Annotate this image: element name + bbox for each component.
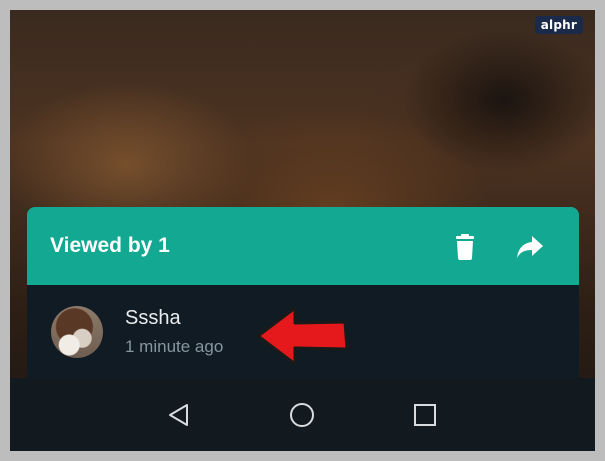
back-triangle-icon — [169, 404, 188, 426]
viewer-time: 1 minute ago — [125, 337, 224, 356]
dog-avatar — [51, 306, 103, 358]
share-icon — [517, 236, 543, 258]
recents-button[interactable] — [408, 398, 442, 432]
sheet-header: Viewed by 1 — [27, 207, 579, 285]
recents-square-icon — [414, 404, 436, 426]
sheet-title: Viewed by 1 — [50, 234, 170, 257]
home-button[interactable] — [285, 398, 319, 432]
alphr-watermark: alphr — [534, 16, 583, 34]
delete-button[interactable] — [449, 231, 481, 263]
forward-button[interactable] — [514, 231, 546, 263]
viewer-name: Sssha — [125, 307, 181, 329]
home-circle-icon — [290, 403, 314, 427]
red-arrow-icon — [256, 306, 349, 366]
back-button[interactable] — [162, 398, 196, 432]
android-navigation-bar — [10, 378, 595, 451]
photo-shadow — [360, 10, 595, 210]
screenshot-frame: alphr Viewed by 1 Sssha 1 minute ago — [0, 0, 605, 461]
trash-icon — [456, 234, 474, 260]
